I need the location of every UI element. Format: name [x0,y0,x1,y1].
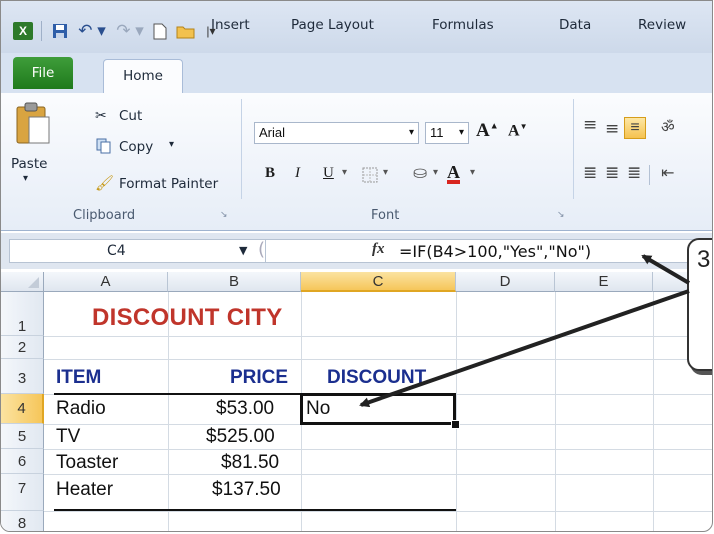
excel-window: X ↶ ▾ ↷ ▾ |▾ File Home Insert Page Layou… [0,0,713,532]
arrow-to-cell [359,289,690,408]
arrow-to-formula [641,254,691,285]
callout-arrows [359,254,691,408]
